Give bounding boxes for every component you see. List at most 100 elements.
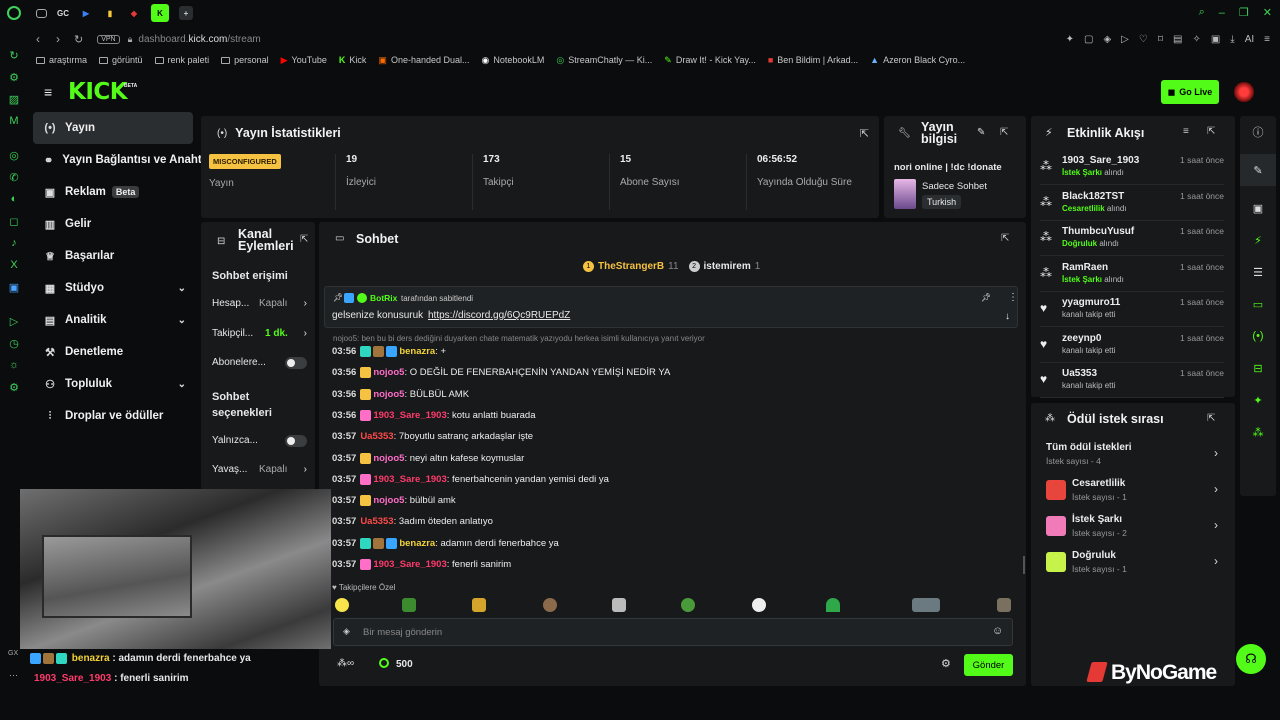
emote[interactable] xyxy=(335,598,349,612)
pin-icon[interactable]: ✦ xyxy=(1066,34,1074,45)
tab-red-icon[interactable]: ◆ xyxy=(127,6,141,20)
bookmark-item[interactable]: ■ Ben Bildim | Arkad... xyxy=(768,55,858,65)
history-icon[interactable]: ◷ xyxy=(0,332,28,354)
tab-bars-icon[interactable]: ▮ xyxy=(103,6,117,20)
instagram-icon[interactable]: ◻ xyxy=(0,210,28,232)
pinned-link[interactable]: https://discord.gg/6Qc9RUEPdZ xyxy=(428,310,570,321)
message-username[interactable]: 1903_Sare_1903 xyxy=(373,410,446,421)
toggle-switch[interactable] xyxy=(285,357,307,369)
chat-input[interactable]: ◈ Bir mesaj gönderin ☺ xyxy=(333,618,1013,646)
shield-icon[interactable]: ◈ xyxy=(1103,34,1111,45)
reload-icon[interactable]: ↻ xyxy=(74,33,83,46)
nav-item[interactable]: ⚒ Denetleme xyxy=(28,336,198,368)
heart-icon[interactable]: ♡ xyxy=(1139,34,1148,45)
bookmark-item[interactable]: personal xyxy=(221,55,269,65)
popout-icon[interactable]: ⇱ xyxy=(860,127,869,140)
setting-row[interactable]: Yalnızca... xyxy=(212,435,307,447)
bookmark-item[interactable]: ▶ YouTube xyxy=(281,55,327,66)
popout-icon[interactable]: ⇱ xyxy=(1000,127,1008,138)
play-icon[interactable]: ▷ xyxy=(1121,34,1129,45)
emote[interactable] xyxy=(402,598,416,612)
reward-item[interactable]: Doğruluk İstek sayısı - 1 › xyxy=(1040,546,1224,580)
emote[interactable] xyxy=(612,598,626,612)
avatar[interactable] xyxy=(1234,82,1254,102)
emote[interactable] xyxy=(826,598,840,612)
nav-item[interactable]: ⫶ Droplar ve ödüller xyxy=(28,400,198,432)
crypto-icon[interactable]: ▨ xyxy=(0,88,28,110)
list-icon[interactable]: ☰ xyxy=(1240,256,1276,288)
nav-item[interactable]: (•) Yayın xyxy=(33,112,193,144)
aria-icon[interactable]: ⚙ xyxy=(0,66,28,88)
message-username[interactable]: nojoo5 xyxy=(373,367,404,378)
chevron-down-icon[interactable]: ⌄ xyxy=(178,283,186,294)
settings-icon[interactable]: ⚙ xyxy=(941,657,951,670)
reward-item[interactable]: Cesaretlilik İstek sayısı - 1 › xyxy=(1040,474,1224,508)
bookmark-item[interactable]: renk paleti xyxy=(154,55,209,65)
message-username[interactable]: Ua5353 xyxy=(360,516,393,527)
stream-icon[interactable]: (•) xyxy=(1240,320,1276,352)
popout-icon[interactable]: ⇱ xyxy=(1207,126,1215,137)
edit-icon[interactable]: ✎ xyxy=(977,127,985,138)
ai-button[interactable]: AI xyxy=(1245,34,1254,45)
collapse-icon[interactable]: ↓ xyxy=(1005,311,1010,322)
activity-item[interactable]: ⁂ 1903_Sare_1903 İstek Şarkı alındı 1 saat … xyxy=(1040,151,1224,185)
activity-item[interactable]: ♥ yyagmuro11 kanalı takip etti 1 saat önce xyxy=(1040,293,1224,327)
info-icon[interactable]: ⓘ xyxy=(1240,116,1276,148)
chat-message[interactable]: 03:57 nojoo5: neyi altın kafese koymuslar xyxy=(332,452,524,464)
search-icon[interactable]: ⌕ xyxy=(1199,6,1205,19)
scrollbar[interactable] xyxy=(1023,556,1025,574)
message-username[interactable]: 1903_Sare_1903 xyxy=(373,474,446,485)
wrench-icon[interactable]: ✦ xyxy=(1240,384,1276,416)
chat-message[interactable]: 03:56 benazra: + xyxy=(332,346,446,357)
actions-icon[interactable]: ⊟ xyxy=(1240,352,1276,384)
chat-icon[interactable]: ▭ xyxy=(1240,288,1276,320)
chat-message[interactable]: 03:57 1903_Sare_1903: fenerbahcenin yanda… xyxy=(332,473,609,485)
top-user[interactable]: TheStrangerB xyxy=(598,261,664,272)
opera-logo-icon[interactable] xyxy=(7,6,21,20)
setting-row[interactable]: Hesap... Kapalı › xyxy=(212,298,307,309)
menu-icon[interactable]: ≡ xyxy=(1264,34,1270,45)
tab-play-icon[interactable]: ▶ xyxy=(79,6,93,20)
top-user[interactable]: istemirem xyxy=(704,261,751,272)
bookmark-item[interactable]: ▣ One-handed Dual... xyxy=(378,55,469,66)
nav-item[interactable]: ♕ Başarılar xyxy=(28,240,198,272)
gx-icon[interactable]: GX xyxy=(8,650,18,657)
gift-icon[interactable]: ⁂∞ xyxy=(337,658,354,669)
points-value[interactable]: 500 xyxy=(396,659,413,670)
app-icon[interactable]: ▣ xyxy=(0,276,28,298)
popout-icon[interactable]: ⇱ xyxy=(300,234,308,245)
message-username[interactable]: nojoo5 xyxy=(373,495,404,506)
kick-logo[interactable]: KICK xyxy=(68,79,128,105)
activity-item[interactable]: ⁂ Black182TST Cesaretlilik alındı 1 saat ön… xyxy=(1040,187,1224,221)
bookmark-item[interactable]: K Kick xyxy=(339,55,367,65)
nav-item[interactable]: ▣ Reklam Beta xyxy=(28,176,198,208)
chevron-down-icon[interactable]: ⌄ xyxy=(178,379,186,390)
chat-message[interactable]: 03:56 nojoo5: O DEĞİL DE FENERBAHÇENİN YA… xyxy=(332,367,670,378)
vpn-badge[interactable]: VPN xyxy=(97,34,120,44)
pencil-icon[interactable]: ✎ xyxy=(1240,154,1276,186)
speed-dial-icon[interactable]: ↻ xyxy=(0,44,28,66)
nav-item[interactable]: ▥ Gelir xyxy=(28,208,198,240)
tab-gc[interactable]: GC xyxy=(57,6,69,20)
message-username[interactable]: 1903_Sare_1903 xyxy=(373,559,446,570)
emote[interactable] xyxy=(472,598,486,612)
tiktok-icon[interactable]: ♪ xyxy=(0,232,28,254)
activity-item[interactable]: ⁂ RamRaen İstek Şarkı alındı 1 saat önce xyxy=(1040,258,1224,292)
chatgpt-icon[interactable]: ◎ xyxy=(0,144,28,166)
bookmark-item[interactable]: ◎ StreamChatly — Ki... xyxy=(556,55,652,66)
whatsapp-icon[interactable]: ✆ xyxy=(0,166,28,188)
player-icon[interactable]: ▷ xyxy=(0,310,28,332)
chat-message[interactable]: 03:57 Ua5353: 7boyutlu satranç arkadaşlar… xyxy=(332,431,533,442)
support-button[interactable]: ☊ xyxy=(1236,644,1266,674)
messenger-icon[interactable]: M xyxy=(0,110,28,132)
new-tab-button[interactable]: + xyxy=(179,6,193,20)
message-username[interactable]: benazra xyxy=(399,538,435,549)
bookmark-icon[interactable]: ⌑ xyxy=(1158,34,1163,45)
setting-row[interactable]: Takipçil... 1 dk. › xyxy=(212,328,307,339)
forward-icon[interactable]: › xyxy=(56,32,60,46)
url-field[interactable]: dashboard.kick.com/stream xyxy=(138,34,260,45)
message-username[interactable]: benazra xyxy=(399,346,435,357)
unpin-icon[interactable]: 📌︎ xyxy=(981,293,991,302)
send-button[interactable]: Gönder xyxy=(964,654,1013,676)
emote[interactable] xyxy=(752,598,766,612)
